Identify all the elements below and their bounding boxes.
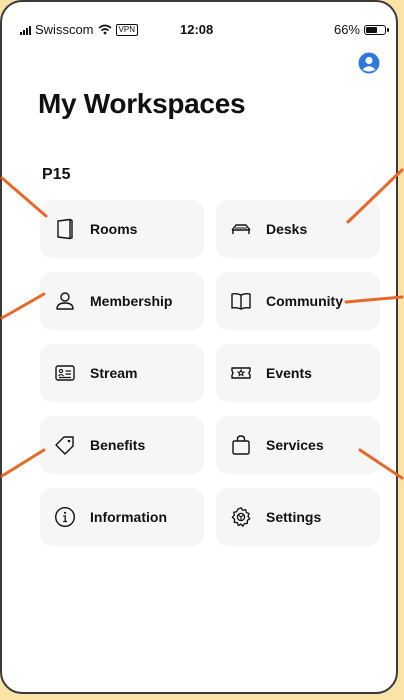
page-title: My Workspaces [38,88,246,119]
person-icon [56,292,74,310]
battery-icon [364,24,389,35]
profile-avatar-icon[interactable] [358,52,380,74]
tile-label: Membership [90,293,173,309]
status-bar: Swisscom VPN 12:08 66% [2,2,396,46]
tile-label: Rooms [90,221,138,237]
wifi-icon [98,24,112,35]
tile-information[interactable]: Information [40,488,204,546]
info-icon [54,506,76,528]
book-icon [231,292,251,310]
status-left: Swisscom VPN [20,22,138,37]
vpn-badge: VPN [115,23,138,36]
tile-label: Information [90,509,167,525]
door-icon [57,218,73,240]
gear-icon [231,507,251,527]
tile-rooms[interactable]: Rooms [40,200,204,258]
phone-frame: Swisscom VPN 12:08 66% My Workspaces P15… [0,0,398,694]
tile-services[interactable]: Services [216,416,380,474]
tile-community[interactable]: Community [216,272,380,330]
star-ticket-icon [231,367,251,379]
status-time: 12:08 [180,22,214,37]
tile-events[interactable]: Events [216,344,380,402]
tile-benefits[interactable]: Benefits [40,416,204,474]
tile-label: Benefits [90,437,146,453]
battery-percent: 66% [333,22,360,37]
tile-settings[interactable]: Settings [216,488,380,546]
tile-label: Stream [90,365,138,381]
tile-stream[interactable]: Stream [40,344,204,402]
section-title: P15 [42,166,71,183]
carrier-label: Swisscom [35,22,94,37]
tile-label: Events [266,365,312,381]
id-card-icon [55,365,75,381]
tile-membership[interactable]: Membership [40,272,204,330]
tile-label: Services [266,437,324,453]
desk-icon [231,224,251,234]
tile-desks[interactable]: Desks [216,200,380,258]
signal-icon [20,25,31,35]
status-right: 66% [333,22,389,37]
tile-label: Community [266,293,343,309]
tile-label: Settings [266,509,322,525]
tag-icon [55,436,74,455]
tile-label: Desks [266,221,308,237]
bag-icon [232,435,250,455]
